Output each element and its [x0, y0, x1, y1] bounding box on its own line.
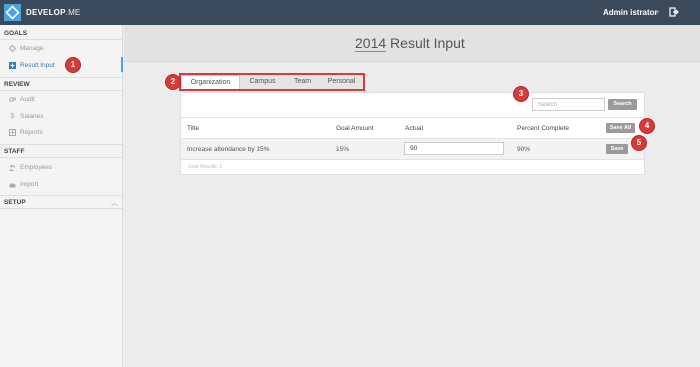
- table-divider: [180, 159, 645, 160]
- active-indicator: [121, 57, 123, 72]
- sidebar-section-staff: STAFF: [4, 148, 25, 155]
- tab-organization[interactable]: Organization: [181, 75, 240, 89]
- callout-marker: 5: [632, 136, 646, 150]
- sidebar-item-employees[interactable]: Employees: [9, 164, 52, 171]
- save-all-button[interactable]: Save All: [606, 123, 635, 133]
- sidebar-divider: [0, 208, 123, 209]
- results-count: Goal Results: 1: [188, 164, 223, 170]
- sidebar-section-setup[interactable]: SETUP: [4, 199, 26, 206]
- sidebar-item-import[interactable]: Import: [9, 181, 38, 188]
- column-header-percent-complete: Percent Complete: [517, 125, 570, 132]
- sidebar-section-review: REVIEW: [4, 81, 30, 88]
- page-title: 2014 Result Input: [355, 35, 465, 51]
- cell-goal-amount: 15%: [336, 146, 350, 153]
- callout-marker: 2: [166, 75, 180, 89]
- column-header-goal-amount: Goal Amount: [336, 125, 374, 132]
- sidebar-divider: [0, 90, 123, 91]
- sidebar-item-label: Reports: [20, 129, 43, 136]
- table-divider: [180, 117, 645, 118]
- sidebar-item-label: Import: [20, 181, 39, 188]
- actual-input[interactable]: [404, 142, 504, 155]
- page-title-text: Result Input: [390, 35, 465, 51]
- brand-suffix: .ME: [65, 8, 81, 17]
- sidebar-divider: [0, 195, 123, 196]
- dollar-icon: $: [10, 113, 15, 120]
- users-icon: [9, 164, 16, 171]
- brand-main: DEVELOP: [26, 8, 66, 17]
- logout-icon[interactable]: [669, 7, 679, 17]
- table-icon: [9, 129, 16, 136]
- sidebar-divider: [0, 77, 123, 78]
- callout-marker: 1: [66, 58, 80, 72]
- tab-campus[interactable]: Campus: [240, 75, 285, 89]
- sidebar-divider: [0, 144, 123, 145]
- callout-marker: 4: [640, 119, 654, 133]
- column-header-title: Title: [187, 125, 200, 132]
- sidebar-item-label: Employees: [20, 164, 53, 171]
- plus-square-icon: [9, 62, 16, 69]
- sidebar-item-result-input[interactable]: Result Input: [9, 62, 55, 69]
- search-input[interactable]: [532, 98, 605, 111]
- sidebar-item-label: Result Input: [20, 62, 55, 69]
- sidebar-section-goals: GOALS: [4, 30, 28, 37]
- import-icon: [9, 181, 16, 188]
- diamond-icon: [8, 44, 17, 53]
- logo-icon[interactable]: [4, 4, 21, 21]
- user-menu[interactable]: Admin istrator: [603, 8, 658, 17]
- tab-personal[interactable]: Personal: [320, 75, 363, 89]
- sidebar-item-label: Salaries: [20, 113, 44, 120]
- sidebar-item-reports[interactable]: Reports: [9, 129, 43, 136]
- sidebar-item-manage[interactable]: Manage: [8, 44, 44, 53]
- cogs-icon: [9, 96, 17, 103]
- search-button[interactable]: Search: [608, 99, 637, 110]
- table-divider: [180, 138, 645, 139]
- sidebar-item-label: Audit: [20, 96, 35, 103]
- chevron-down-icon[interactable]: ▾: [656, 9, 659, 16]
- column-header-actual: Actual: [405, 125, 424, 132]
- sidebar-item-label: Manage: [20, 45, 44, 52]
- cell-title: Increase attendance by 15%: [187, 146, 270, 153]
- brand-name[interactable]: DEVELOP.ME: [26, 8, 80, 17]
- sidebar-divider: [0, 157, 123, 158]
- page-title-year: 2014: [355, 35, 387, 51]
- save-button[interactable]: Save: [606, 144, 628, 154]
- callout-marker: 3: [514, 87, 528, 101]
- tab-team[interactable]: Team: [285, 75, 320, 89]
- cell-percent-complete: 90%: [517, 146, 531, 153]
- sidebar-divider: [0, 39, 123, 40]
- sidebar-item-salaries[interactable]: $ Salaries: [9, 113, 44, 120]
- top-navbar: DEVELOP.ME Admin istrator ▾: [0, 0, 700, 25]
- chevron-up-icon[interactable]: ︿: [111, 198, 118, 208]
- sidebar-item-audit[interactable]: Audit: [9, 96, 35, 103]
